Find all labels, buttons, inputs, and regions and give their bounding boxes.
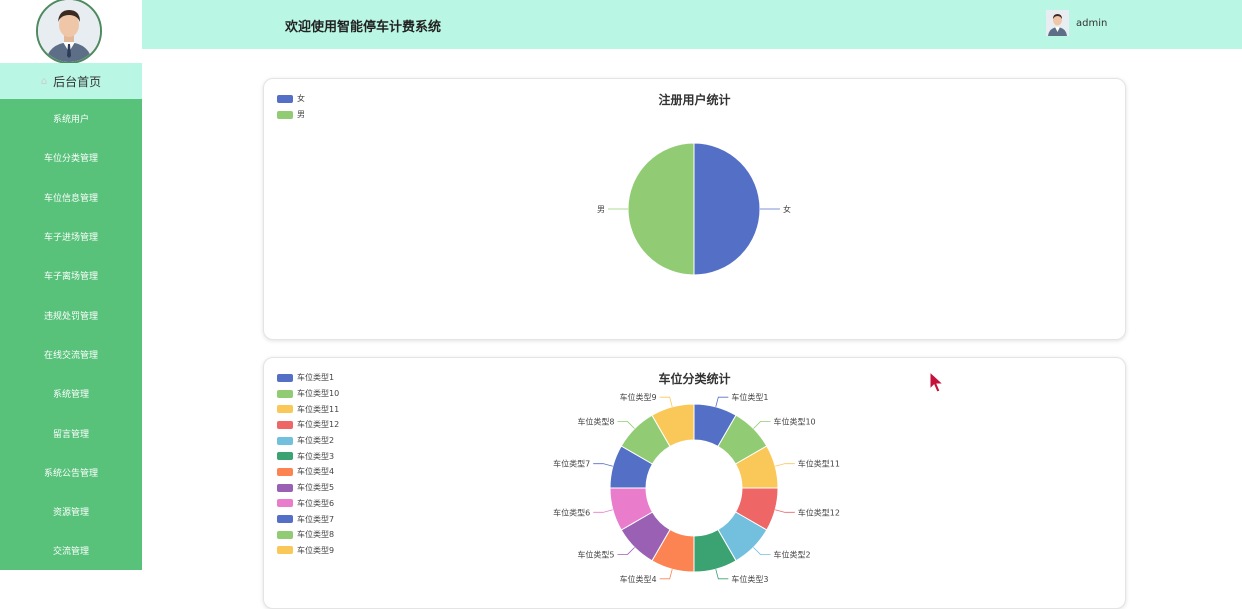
pie-slice[interactable]: [693, 142, 761, 276]
chart-card-space-category: 车位分类统计 车位类型1 车位类型10 车位类型11 车位类型12 车位类型2 车位类型3…: [263, 357, 1126, 609]
sidebar-item-label: 资源管理: [52, 508, 89, 519]
sidebar-nav: 系统用户 车位分类管理 车位信息管理 车子进场管理 车子离场管理 违规处罚管理 …: [0, 99, 142, 571]
slice-label: 车位类型4: [620, 574, 657, 584]
sidebar-item-messages[interactable]: 留言管理: [0, 413, 142, 452]
slice-leader-line: [715, 569, 729, 580]
slice-label: 车位类型7: [553, 459, 590, 469]
sidebar-item-label: 交流管理: [52, 547, 89, 558]
slice-leader-line: [775, 463, 795, 467]
donut-chart-space-category: 车位类型1 车位类型10 车位类型11 车位类型12 车位类型2 车位类型3 车位类型4 车位…: [553, 392, 840, 584]
slice-leader-line: [617, 547, 635, 555]
sidebar-item-announcements[interactable]: 系统公告管理: [0, 453, 142, 492]
slice-leader-line: [715, 396, 729, 407]
slice-label: 女: [783, 204, 791, 214]
slice-label: 车位类型3: [731, 574, 768, 584]
sidebar-item-online-chat[interactable]: 在线交流管理: [0, 335, 142, 374]
sidebar-item-space-info[interactable]: 车位信息管理: [0, 178, 142, 217]
username[interactable]: admin: [1076, 18, 1107, 29]
slice-label: 车位类型11: [798, 459, 840, 469]
slice-leader-line: [753, 547, 771, 555]
slice-leader-line: [593, 509, 613, 513]
slice-leader-line: [775, 509, 795, 513]
slice-label: 车位类型2: [773, 549, 810, 559]
page-title: 欢迎使用智能停车计费系统: [285, 20, 442, 35]
sidebar-item-violations[interactable]: 违规处罚管理: [0, 295, 142, 334]
avatar-image: [38, 0, 100, 62]
sidebar-item-resources[interactable]: 资源管理: [0, 492, 142, 531]
sidebar: ⌂ 后台首页 系统用户 车位分类管理 车位信息管理 车子进场管理 车子离场管理 …: [0, 0, 142, 570]
sidebar-item-label: 系统公告管理: [43, 468, 98, 479]
slice-label: 车位类型1: [731, 392, 768, 402]
chart-card-users: 注册用户统计 女男 女男: [263, 78, 1126, 340]
slice-label: 车位类型6: [553, 507, 590, 517]
avatar: [36, 0, 102, 64]
sidebar-avatar-area: [0, 0, 142, 64]
sidebar-item-label: 在线交流管理: [43, 350, 98, 361]
mouse-cursor-icon: [929, 371, 945, 393]
sidebar-item-system-users[interactable]: 系统用户: [0, 99, 142, 138]
slice-label: 车位类型8: [577, 417, 614, 427]
sidebar-item-label: 系统用户: [52, 115, 89, 126]
slice-leader-line: [659, 569, 673, 580]
slice-label: 车位类型5: [577, 549, 614, 559]
slice-label: 车位类型12: [798, 507, 840, 517]
sidebar-item-car-entry[interactable]: 车子进场管理: [0, 217, 142, 256]
sidebar-item-label: 违规处罚管理: [43, 311, 98, 322]
sidebar-item-exchange[interactable]: 交流管理: [0, 531, 142, 570]
sidebar-item-space-category[interactable]: 车位分类管理: [0, 138, 142, 177]
user-avatar[interactable]: [1046, 10, 1069, 36]
sidebar-item-system-admin[interactable]: 系统管理: [0, 374, 142, 413]
sidebar-item-home[interactable]: ⌂ 后台首页: [0, 63, 142, 99]
pie-chart-users: 女男: [597, 142, 791, 276]
sidebar-item-label: 留言管理: [52, 429, 89, 440]
slice-label: 车位类型9: [620, 392, 657, 402]
sidebar-item-label: 车子离场管理: [43, 272, 98, 283]
slice-leader-line: [617, 421, 635, 429]
top-header: 欢迎使用智能停车计费系统 admin: [142, 0, 1242, 49]
sidebar-item-label: 车位分类管理: [43, 154, 98, 165]
sidebar-item-label: 系统管理: [52, 390, 89, 401]
sidebar-item-car-exit[interactable]: 车子离场管理: [0, 256, 142, 295]
user-avatar-image: [1046, 10, 1069, 36]
slice-leader-line: [593, 463, 613, 467]
slice-leader-line: [659, 396, 673, 407]
home-icon: ⌂: [40, 75, 48, 87]
slice-leader-line: [753, 421, 771, 429]
sidebar-item-label: 后台首页: [53, 74, 102, 89]
sidebar-item-label: 车子进场管理: [43, 233, 98, 244]
slice-label: 车位类型10: [773, 417, 815, 427]
pie-slice[interactable]: [627, 142, 695, 276]
sidebar-item-label: 车位信息管理: [43, 193, 98, 204]
slice-label: 男: [597, 205, 605, 214]
